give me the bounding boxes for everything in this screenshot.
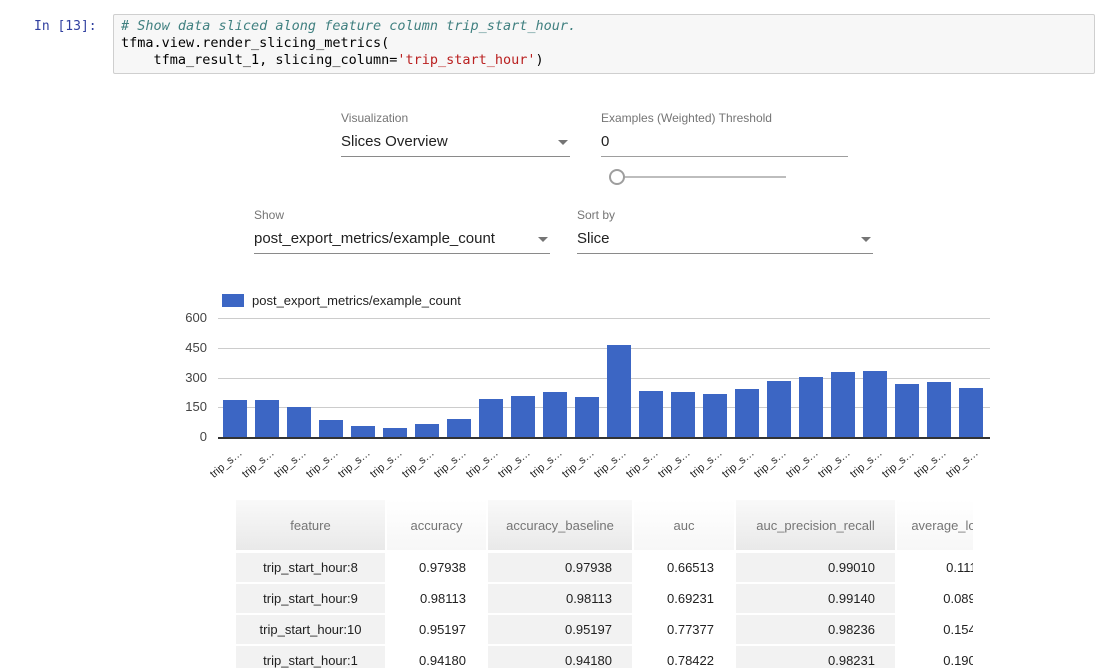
metric-cell: 0.99140 <box>736 584 895 613</box>
table-row[interactable]: trip_start_hour:10.941800.941800.784220.… <box>236 646 973 668</box>
metric-cell: 0.98113 <box>387 584 486 613</box>
legend-label: post_export_metrics/example_count <box>252 293 461 308</box>
table-row[interactable]: trip_start_hour:100.951970.951970.773770… <box>236 615 973 644</box>
visualization-label: Visualization <box>341 111 570 125</box>
metric-cell: 0.66513 <box>634 553 734 582</box>
sort-value[interactable]: Slice <box>577 229 873 254</box>
metric-cell: 0.98236 <box>736 615 895 644</box>
bar[interactable] <box>223 400 247 437</box>
threshold-field[interactable]: Examples (Weighted) Threshold 0 <box>601 111 848 157</box>
metric-cell: 0.94180 <box>387 646 486 668</box>
metric-cell: 0.1541 <box>897 615 973 644</box>
bar[interactable] <box>319 420 343 437</box>
column-header-average_loss[interactable]: average_loss <box>897 500 973 550</box>
bar[interactable] <box>735 389 759 437</box>
column-header-accuracy[interactable]: accuracy <box>387 500 486 550</box>
bar[interactable] <box>799 377 823 437</box>
code-string-literal: 'trip_start_hour' <box>397 52 535 68</box>
metric-cell: 0.97938 <box>387 553 486 582</box>
sort-label: Sort by <box>577 208 873 222</box>
bar[interactable] <box>959 388 983 437</box>
y-tick-label: 0 <box>158 429 207 444</box>
notebook-page: In [13]: # Show data sliced along featur… <box>0 0 1111 668</box>
sort-dropdown[interactable]: Sort by Slice <box>577 208 873 254</box>
threshold-label: Examples (Weighted) Threshold <box>601 111 848 125</box>
code-comment-line: # Show data sliced along feature column … <box>121 18 1094 35</box>
bar[interactable] <box>447 419 471 437</box>
code-line-2: tfma.view.render_slicing_metrics( <box>121 35 1094 52</box>
code-line-3: tfma_result_1, slicing_column='trip_star… <box>121 52 1094 69</box>
threshold-slider-handle[interactable] <box>609 169 625 185</box>
metric-cell: 0.94180 <box>488 646 632 668</box>
y-tick-label: 150 <box>158 399 207 414</box>
threshold-input[interactable]: 0 <box>601 132 848 157</box>
metric-cell: 0.99010 <box>736 553 895 582</box>
y-tick-label: 300 <box>158 370 207 385</box>
metric-cell: 0.1111 <box>897 553 973 582</box>
bar[interactable] <box>895 384 919 437</box>
feature-cell: trip_start_hour:1 <box>236 646 385 668</box>
cell-prompt: In [13]: <box>34 19 97 34</box>
metric-cell: 0.98231 <box>736 646 895 668</box>
visualization-value[interactable]: Slices Overview <box>341 132 570 157</box>
bar[interactable] <box>479 399 503 437</box>
feature-cell: trip_start_hour:9 <box>236 584 385 613</box>
metric-cell: 0.95197 <box>488 615 632 644</box>
column-header-auc_precision_recall[interactable]: auc_precision_recall <box>736 500 895 550</box>
bar[interactable] <box>863 371 887 437</box>
legend-swatch <box>222 294 244 307</box>
metric-cell: 0.98113 <box>488 584 632 613</box>
metric-cell: 0.78422 <box>634 646 734 668</box>
bar[interactable] <box>255 400 279 437</box>
bar[interactable] <box>351 426 375 437</box>
chevron-down-icon <box>861 237 871 242</box>
bar[interactable] <box>607 345 631 437</box>
metrics-table: featureaccuracyaccuracy_baselineaucauc_p… <box>236 500 973 668</box>
metric-cell: 0.95197 <box>387 615 486 644</box>
gridline <box>218 348 990 349</box>
show-dropdown[interactable]: Show post_export_metrics/example_count <box>254 208 550 254</box>
show-value[interactable]: post_export_metrics/example_count <box>254 229 550 254</box>
bar[interactable] <box>639 391 663 437</box>
feature-cell: trip_start_hour:10 <box>236 615 385 644</box>
y-tick-label: 450 <box>158 340 207 355</box>
x-axis-baseline <box>218 437 990 439</box>
bar[interactable] <box>383 428 407 437</box>
metrics-table-body: trip_start_hour:80.979380.979380.665130.… <box>236 553 973 668</box>
bar[interactable] <box>543 392 567 437</box>
gridline <box>218 318 990 319</box>
metric-cell: 0.97938 <box>488 553 632 582</box>
show-label: Show <box>254 208 550 222</box>
bar[interactable] <box>831 372 855 437</box>
bar[interactable] <box>767 381 791 437</box>
chevron-down-icon <box>558 140 568 145</box>
threshold-slider-track[interactable] <box>616 176 786 178</box>
bar[interactable] <box>927 382 951 437</box>
metric-cell: 0.0892 <box>897 584 973 613</box>
table-row[interactable]: trip_start_hour:80.979380.979380.665130.… <box>236 553 973 582</box>
column-header-feature[interactable]: feature <box>236 500 385 550</box>
metric-cell: 0.77377 <box>634 615 734 644</box>
bar[interactable] <box>575 397 599 437</box>
metric-cell: 0.69231 <box>634 584 734 613</box>
chevron-down-icon <box>538 237 548 242</box>
metrics-table-header: featureaccuracyaccuracy_baselineaucauc_p… <box>236 500 973 550</box>
bar[interactable] <box>415 424 439 437</box>
code-input-area[interactable]: # Show data sliced along feature column … <box>113 14 1095 74</box>
bar[interactable] <box>703 394 727 437</box>
column-header-auc[interactable]: auc <box>634 500 734 550</box>
visualization-dropdown[interactable]: Visualization Slices Overview <box>341 111 570 157</box>
bar[interactable] <box>671 392 695 437</box>
y-tick-label: 600 <box>158 310 207 325</box>
metric-cell: 0.1901 <box>897 646 973 668</box>
feature-cell: trip_start_hour:8 <box>236 553 385 582</box>
bar[interactable] <box>287 407 311 437</box>
table-row[interactable]: trip_start_hour:90.981130.981130.692310.… <box>236 584 973 613</box>
column-header-accuracy_baseline[interactable]: accuracy_baseline <box>488 500 632 550</box>
bar[interactable] <box>511 396 535 437</box>
